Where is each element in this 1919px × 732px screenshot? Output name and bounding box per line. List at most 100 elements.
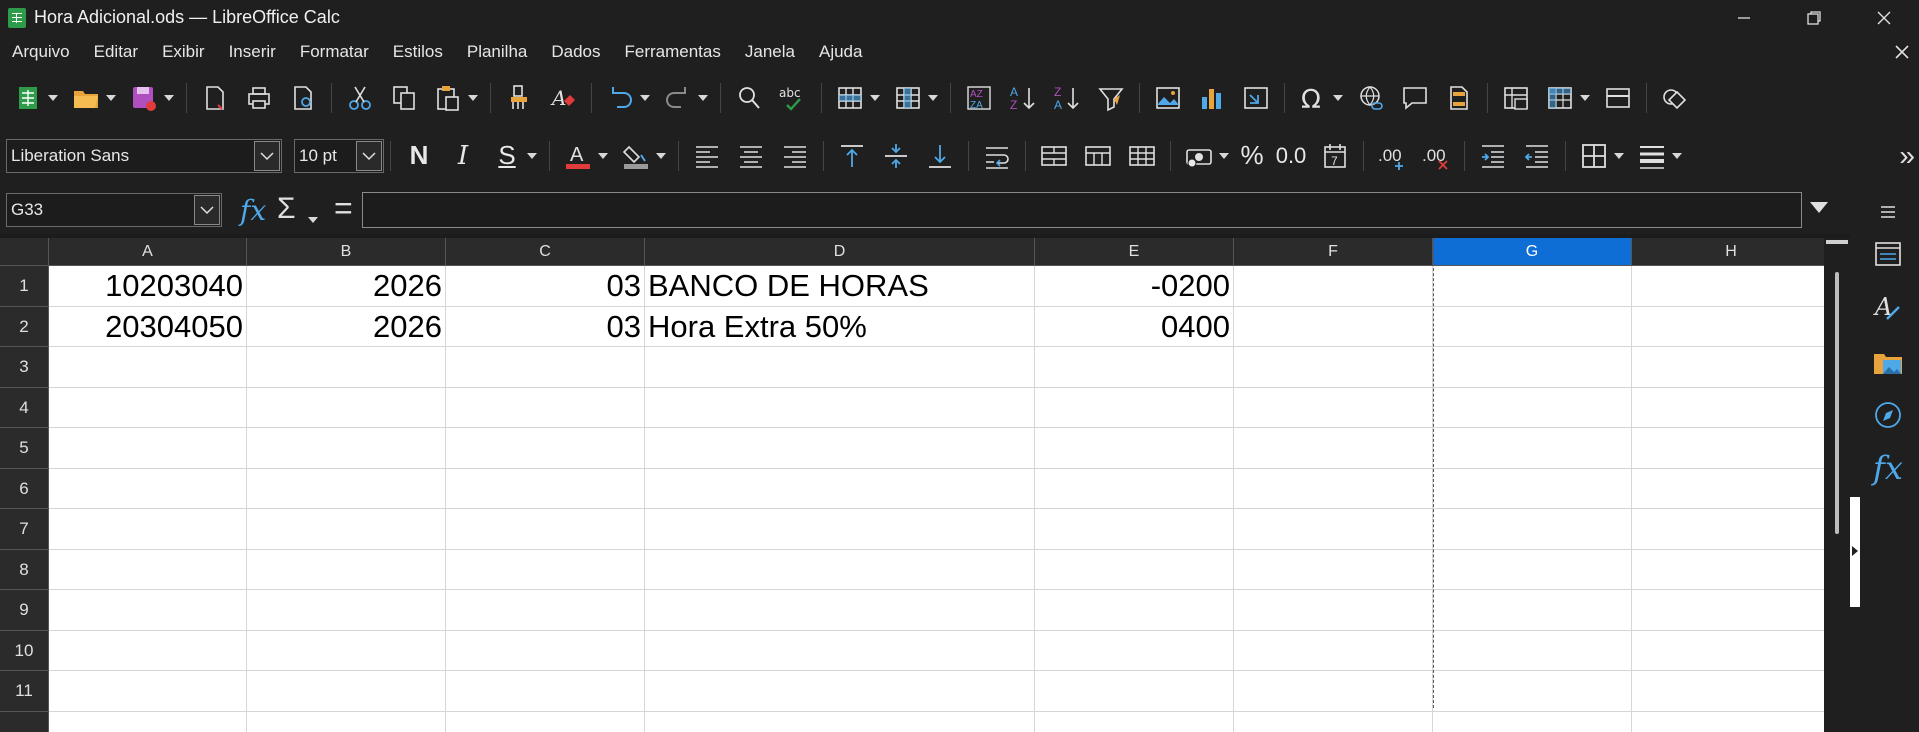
decrease-indent-button[interactable] (1515, 134, 1559, 178)
row-header[interactable]: 4 (0, 387, 49, 428)
cell-g11[interactable] (1433, 671, 1632, 712)
restore-button[interactable] (1779, 0, 1849, 35)
background-color-button[interactable] (614, 134, 658, 178)
column-header-d[interactable]: D (645, 238, 1035, 266)
name-box-dropdown[interactable] (194, 195, 220, 225)
row-header[interactable]: 5 (0, 428, 49, 469)
export-pdf-button[interactable] (193, 76, 237, 120)
scrollbar-thumb[interactable] (1835, 272, 1839, 534)
align-top-button[interactable] (830, 134, 874, 178)
cell-f3[interactable] (1234, 347, 1433, 388)
cell-e4[interactable] (1035, 387, 1234, 428)
row-header[interactable]: 10 (0, 630, 49, 671)
center-vertically-button[interactable] (874, 134, 918, 178)
column-header-g[interactable]: G (1433, 238, 1632, 266)
cell-g8[interactable] (1433, 549, 1632, 590)
cell-f9[interactable] (1234, 590, 1433, 631)
cell-a9[interactable] (49, 590, 247, 631)
cell-g1[interactable] (1433, 266, 1632, 307)
merge-center-button[interactable] (1032, 134, 1076, 178)
cell-b2[interactable]: 2026 (247, 306, 446, 347)
cell-e9[interactable] (1035, 590, 1234, 631)
cell-e5[interactable] (1035, 428, 1234, 469)
cell-g9[interactable] (1433, 590, 1632, 631)
cell-h4[interactable] (1632, 388, 1824, 428)
cell-d12[interactable] (645, 711, 1035, 732)
sidebar-styles-button[interactable]: A (1866, 286, 1910, 330)
cell-a1[interactable]: 10203040 (49, 266, 247, 307)
hyperlink-button[interactable] (1349, 76, 1393, 120)
cell-c7[interactable] (446, 509, 645, 550)
row-header[interactable]: 6 (0, 468, 49, 509)
find-replace-button[interactable] (727, 76, 771, 120)
autofilter-button[interactable] (1089, 76, 1133, 120)
expand-formula-bar-icon[interactable] (1810, 202, 1828, 213)
cell-d7[interactable] (645, 509, 1035, 550)
menu-janela[interactable]: Janela (737, 37, 803, 67)
cell-f2[interactable] (1234, 306, 1433, 347)
column-header-a[interactable]: A (49, 238, 247, 266)
cell-c8[interactable] (446, 549, 645, 590)
cell-e10[interactable] (1035, 630, 1234, 671)
cell-f1[interactable] (1234, 266, 1433, 307)
sidebar-functions-button[interactable]: fx (1866, 446, 1910, 490)
sidebar-collapse-handle[interactable] (1850, 497, 1860, 607)
cell-c3[interactable] (446, 347, 645, 388)
split-window-button[interactable] (1596, 76, 1640, 120)
sum-icon[interactable]: Σ (277, 192, 296, 226)
sum-dropdown[interactable] (306, 198, 320, 242)
cell-h12[interactable] (1632, 712, 1824, 732)
insert-chart-button[interactable] (1190, 76, 1234, 120)
cell-h6[interactable] (1632, 469, 1824, 509)
sort-ascending-button[interactable]: AZ (1001, 76, 1045, 120)
cell-c1[interactable]: 03 (446, 266, 645, 307)
align-center-button[interactable] (729, 134, 773, 178)
font-name-combo[interactable]: Liberation Sans (6, 138, 282, 173)
cell-f8[interactable] (1234, 549, 1433, 590)
border-style-button[interactable] (1630, 134, 1674, 178)
cell-e6[interactable] (1035, 468, 1234, 509)
row-header-partial[interactable] (0, 711, 49, 732)
cell-b7[interactable] (247, 509, 446, 550)
cell-g3[interactable] (1433, 347, 1632, 388)
cell-f7[interactable] (1234, 509, 1433, 550)
menu-ferramentas[interactable]: Ferramentas (617, 37, 729, 67)
column-header-h[interactable]: H (1632, 238, 1824, 266)
cell-f10[interactable] (1234, 630, 1433, 671)
comment-button[interactable] (1393, 76, 1437, 120)
increase-indent-button[interactable] (1471, 134, 1515, 178)
align-right-button[interactable] (773, 134, 817, 178)
menu-ajuda[interactable]: Ajuda (811, 37, 870, 67)
percent-format-button[interactable]: % (1235, 134, 1269, 178)
font-name-dropdown[interactable] (254, 140, 280, 171)
cell-e3[interactable] (1035, 347, 1234, 388)
spelling-button[interactable]: abc (771, 76, 815, 120)
paste-button[interactable] (426, 76, 470, 120)
cell-d1[interactable]: BANCO DE HORAS (645, 266, 1035, 307)
column-header-b[interactable]: B (247, 238, 446, 266)
cell-h5[interactable] (1632, 428, 1824, 469)
cell-f12[interactable] (1234, 711, 1433, 732)
cell-b1[interactable]: 2026 (247, 266, 446, 307)
menu-estilos[interactable]: Estilos (385, 37, 451, 67)
special-character-button[interactable]: Ω (1291, 76, 1335, 120)
cell-b12[interactable] (247, 711, 446, 732)
sort-descending-button[interactable]: ZA (1045, 76, 1089, 120)
cell-c10[interactable] (446, 630, 645, 671)
cell-g4[interactable] (1433, 387, 1632, 428)
sort-button[interactable]: AZ ZA (957, 76, 1001, 120)
cell-h11[interactable] (1632, 671, 1824, 712)
menu-arquivo[interactable]: Arquivo (4, 37, 78, 67)
font-size-dropdown[interactable] (356, 140, 382, 171)
cell-c6[interactable] (446, 468, 645, 509)
cell-h8[interactable] (1632, 550, 1824, 590)
headers-footers-button[interactable] (1437, 76, 1481, 120)
redo-button[interactable] (656, 76, 700, 120)
font-color-button[interactable]: A (556, 134, 600, 178)
cell-a6[interactable] (49, 468, 247, 509)
cell-c2[interactable]: 03 (446, 306, 645, 347)
cell-b8[interactable] (247, 549, 446, 590)
show-draw-functions-button[interactable] (1653, 76, 1697, 120)
italic-button[interactable]: I (441, 134, 485, 178)
sidebar-navigator-button[interactable] (1866, 393, 1910, 437)
